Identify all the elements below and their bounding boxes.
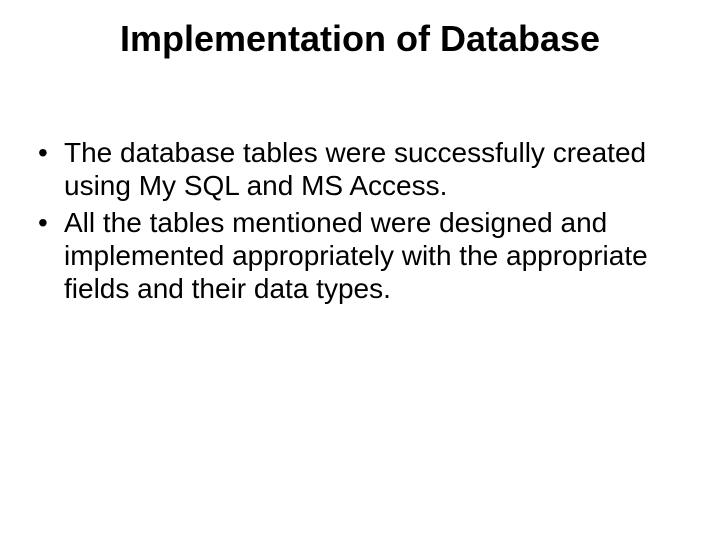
slide: Implementation of Database The database … — [0, 0, 720, 540]
bullet-list: The database tables were successfully cr… — [34, 136, 660, 305]
slide-body: The database tables were successfully cr… — [34, 136, 660, 309]
list-item: All the tables mentioned were designed a… — [34, 206, 660, 305]
list-item: The database tables were successfully cr… — [34, 136, 660, 202]
slide-title: Implementation of Database — [0, 18, 720, 60]
